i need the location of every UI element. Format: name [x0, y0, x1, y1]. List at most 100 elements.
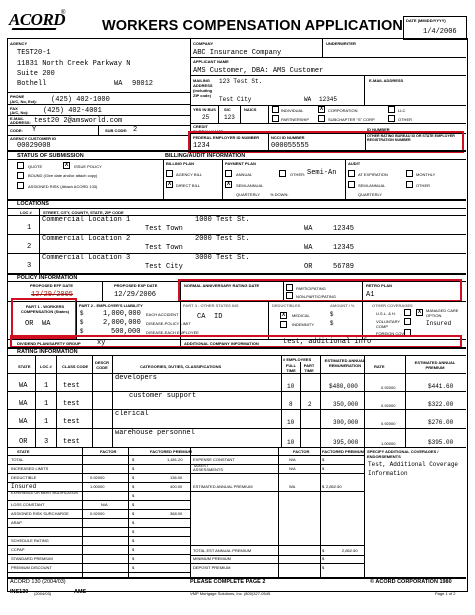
- mailing-city[interactable]: Test City: [219, 96, 251, 103]
- audit-other-checkbox[interactable]: [406, 181, 413, 188]
- annual-checkbox[interactable]: [225, 170, 232, 177]
- managed-care-value[interactable]: Insured: [426, 320, 451, 327]
- rating-remuneration[interactable]: 395,000: [333, 439, 358, 446]
- premium-line-amount[interactable]: 400.00: [170, 484, 182, 489]
- yrs-value[interactable]: 25: [202, 114, 209, 121]
- location-state[interactable]: OR: [304, 263, 312, 271]
- applicant-name[interactable]: AMS Customer, DBA: AMS Customer: [193, 67, 323, 75]
- premium-line-factor[interactable]: 1.00000: [90, 484, 104, 489]
- rating-premium[interactable]: $276.00: [428, 419, 453, 426]
- rating-state[interactable]: WA: [19, 382, 27, 390]
- rating-class[interactable]: test: [63, 400, 80, 408]
- premium-mid-amount[interactable]: 2,852.50: [326, 484, 342, 489]
- el-each-accident[interactable]: 1,000,000: [103, 310, 141, 318]
- rating-remuneration[interactable]: 300,000: [333, 419, 358, 426]
- direct-bill-checkbox[interactable]: X: [166, 181, 173, 188]
- premium-line-factor[interactable]: N/A: [101, 502, 108, 507]
- location-zip[interactable]: 12345: [333, 244, 354, 252]
- premium-mid-factor[interactable]: N/A: [289, 457, 296, 462]
- voluntary-checkbox[interactable]: [404, 318, 411, 325]
- rating-category[interactable]: warehouse personnel: [115, 429, 195, 437]
- rating-fulltime[interactable]: 8: [289, 401, 293, 408]
- monthly-checkbox[interactable]: [406, 170, 413, 177]
- rating-rate[interactable]: 0.92000: [381, 421, 395, 426]
- part3-state-id[interactable]: ID: [214, 313, 222, 321]
- individual-checkbox[interactable]: [272, 106, 279, 113]
- other-payment-value[interactable]: Semi-An: [307, 169, 336, 177]
- specify-value[interactable]: Test, Additional Coverage Information: [368, 460, 460, 478]
- rating-remuneration[interactable]: $480,000: [329, 383, 358, 390]
- rating-loc[interactable]: 1: [44, 382, 48, 390]
- semi-annual-checkbox[interactable]: X: [225, 181, 232, 188]
- at-expiration-checkbox[interactable]: [348, 170, 355, 177]
- rating-class[interactable]: test: [63, 438, 80, 446]
- mailing-zip[interactable]: 12345: [319, 96, 337, 103]
- location-name[interactable]: Commercial Location 2: [42, 235, 130, 243]
- rating-state[interactable]: WA: [19, 400, 27, 408]
- agency-state[interactable]: WA: [114, 80, 122, 88]
- rating-rate[interactable]: 0.92000: [381, 403, 395, 408]
- rating-fulltime[interactable]: 10: [287, 419, 294, 426]
- premium-line-factor[interactable]: 0.92000: [90, 511, 104, 516]
- mailing-address[interactable]: 123 Test St.: [219, 78, 262, 85]
- mailing-state[interactable]: WA: [304, 96, 311, 103]
- location-city[interactable]: Test Town: [145, 225, 183, 233]
- location-name[interactable]: Commercial Location 3: [42, 254, 130, 262]
- email-value[interactable]: test20 2@amsworld.com: [34, 117, 122, 125]
- location-number[interactable]: 1: [27, 224, 31, 232]
- rating-category[interactable]: clerical: [115, 410, 149, 418]
- premium-line-amount[interactable]: 368.00: [170, 511, 182, 516]
- indemnity-checkbox[interactable]: [280, 321, 287, 328]
- rating-premium[interactable]: $322.00: [428, 401, 453, 408]
- rating-loc[interactable]: 1: [44, 418, 48, 426]
- agency-address-2[interactable]: Suite 200: [17, 70, 55, 78]
- rating-rate[interactable]: 0.92000: [381, 385, 395, 390]
- managed-care-checkbox[interactable]: X: [416, 309, 423, 316]
- partnership-checkbox[interactable]: [272, 115, 279, 122]
- agency-zip[interactable]: 98012: [132, 80, 153, 88]
- premium-line-amount[interactable]: 136.00: [170, 475, 182, 480]
- location-state[interactable]: WA: [304, 225, 312, 233]
- location-number[interactable]: 3: [27, 262, 31, 270]
- location-city[interactable]: Test City: [145, 263, 183, 271]
- customer-id-value[interactable]: 00029008: [17, 142, 51, 150]
- assigned-checkbox[interactable]: [17, 182, 24, 189]
- location-city[interactable]: Test Town: [145, 244, 183, 252]
- rating-fulltime[interactable]: 10: [287, 383, 294, 390]
- exp-date-value[interactable]: 12/29/2006: [114, 291, 156, 299]
- rating-fulltime[interactable]: 10: [287, 439, 294, 446]
- premium-line-amount[interactable]: 1,481.20: [167, 457, 183, 462]
- rating-premium[interactable]: $395.00: [428, 439, 453, 446]
- premium-line-label[interactable]: Insured: [11, 483, 36, 490]
- sic-value[interactable]: 123: [224, 114, 235, 121]
- agency-address-1[interactable]: 11831 North Creek Parkway N: [17, 60, 130, 68]
- premium-mid-amount[interactable]: 2,852.50: [342, 548, 358, 553]
- location-number[interactable]: 2: [27, 243, 31, 251]
- rating-state[interactable]: WA: [19, 418, 27, 426]
- premium-mid-factor[interactable]: N/A: [289, 466, 296, 471]
- rating-rate[interactable]: 1.00000: [381, 441, 395, 446]
- rating-class[interactable]: test: [63, 418, 80, 426]
- rating-state[interactable]: OR: [19, 438, 27, 446]
- subcode-value[interactable]: 2: [133, 126, 137, 134]
- el-policy-limit[interactable]: 2,000,000: [103, 319, 141, 327]
- location-state[interactable]: WA: [304, 244, 312, 252]
- company-name[interactable]: ABC Insurance Company: [193, 49, 281, 57]
- other-payment-checkbox[interactable]: [279, 170, 286, 177]
- date-value[interactable]: 1/4/2006: [423, 28, 457, 36]
- rating-loc[interactable]: 3: [44, 438, 48, 446]
- ush-checkbox[interactable]: [404, 309, 411, 316]
- scorp-checkbox[interactable]: [318, 115, 325, 122]
- agency-bill-checkbox[interactable]: [166, 170, 173, 177]
- issue-checkbox[interactable]: X: [63, 162, 70, 169]
- medical-checkbox[interactable]: X: [280, 312, 287, 319]
- rating-category[interactable]: developers: [115, 374, 157, 382]
- phone-value[interactable]: (425) 402-1000: [51, 96, 110, 104]
- llc-checkbox[interactable]: [388, 106, 395, 113]
- other-entity-checkbox[interactable]: [388, 115, 395, 122]
- agency-city[interactable]: Bothell: [17, 80, 46, 88]
- code-value[interactable]: Y: [32, 126, 36, 134]
- rating-premium[interactable]: $441.60: [428, 383, 453, 390]
- rating-remuneration[interactable]: 350,000: [333, 401, 358, 408]
- location-street[interactable]: 1000 Test St.: [195, 216, 250, 224]
